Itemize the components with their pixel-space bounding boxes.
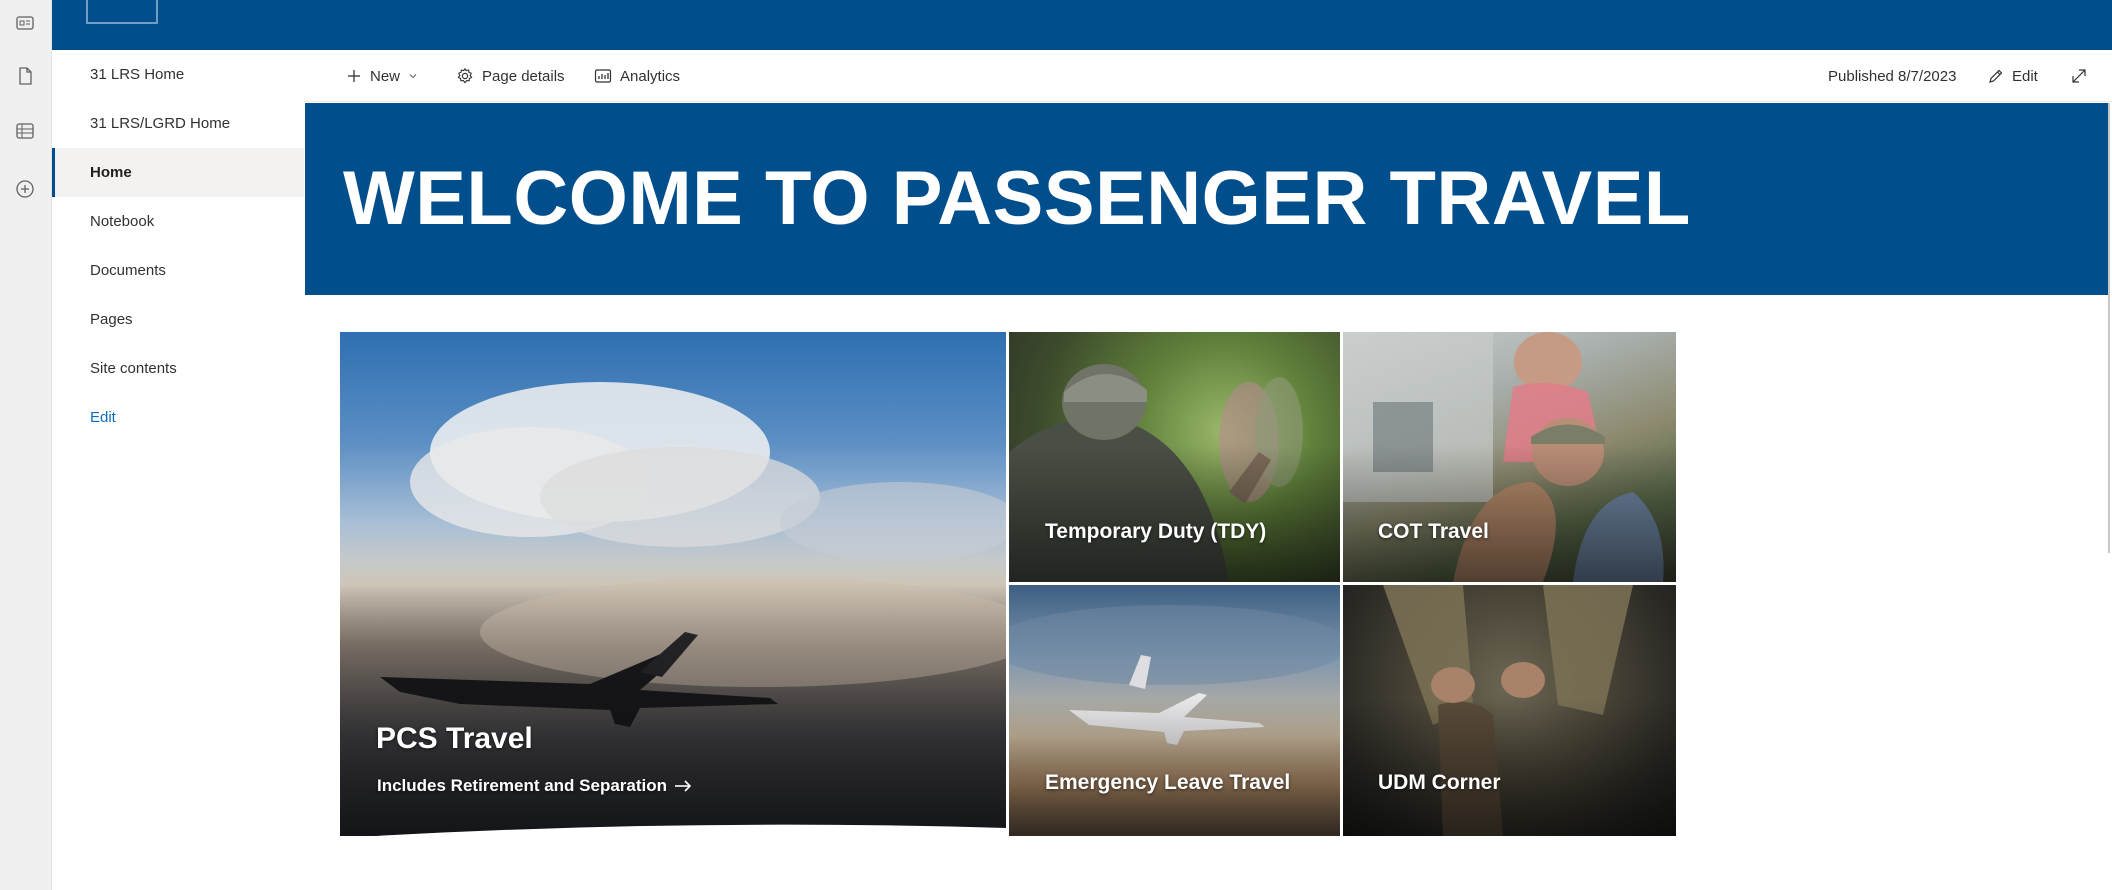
published-status: Published 8/7/2023 [1828, 50, 1956, 102]
analytics-icon [594, 69, 612, 83]
nav-item-label: Home [90, 164, 132, 181]
hero-banner: WELCOME TO PASSENGER TRAVEL [305, 103, 2109, 295]
nav-item-pages[interactable]: Pages [52, 295, 304, 344]
new-label: New [370, 67, 401, 85]
tile-udm-corner[interactable]: UDM Corner [1343, 585, 1676, 836]
tile-title: PCS Travel [376, 722, 533, 755]
page-details-label: Page details [482, 67, 565, 85]
left-navigation: 31 LRS Home 31 LRS/LGRD Home Home Notebo… [52, 50, 304, 890]
nav-item-documents[interactable]: Documents [52, 246, 304, 295]
expand-button[interactable] [2070, 50, 2088, 102]
tile-title: UDM Corner [1378, 771, 1501, 794]
tile-cot-travel[interactable]: COT Travel [1343, 332, 1676, 582]
nav-item-home[interactable]: Home [52, 148, 304, 197]
command-bar: New Page details Analytics Published 8/7… [304, 50, 2112, 102]
nav-item-site-contents[interactable]: Site contents [52, 344, 304, 393]
new-button[interactable]: New [346, 50, 418, 102]
site-logo[interactable] [86, 0, 158, 24]
add-icon[interactable] [12, 176, 38, 202]
tile-emergency-leave[interactable]: Emergency Leave Travel [1009, 585, 1340, 836]
tile-shade [1343, 444, 1676, 582]
analytics-label: Analytics [620, 67, 681, 85]
plus-icon [348, 70, 360, 82]
document-icon[interactable] [12, 63, 38, 89]
tile-pcs-travel[interactable]: PCS Travel Includes Retirement and Separ… [340, 332, 1006, 836]
nav-item-label: Site contents [90, 360, 177, 377]
edit-label: Edit [2012, 67, 2038, 85]
app-rail [0, 0, 52, 890]
tile-subtitle: Includes Retirement and Separation [377, 776, 668, 795]
nav-item-label: Pages [90, 311, 133, 328]
tile-subtitle-link[interactable]: Includes Retirement and Separation [377, 776, 693, 796]
hero-tiles: PCS Travel Includes Retirement and Separ… [340, 332, 1676, 836]
tile-temporary-duty[interactable]: Temporary Duty (TDY) [1009, 332, 1340, 582]
nav-item-label: 31 LRS/LGRD Home [90, 115, 231, 132]
tile-bottom-curve [374, 824, 1006, 836]
nav-item-31-lrs-lgrd-home[interactable]: 31 LRS/LGRD Home [52, 99, 304, 148]
tile-shade [1343, 697, 1676, 836]
analytics-button[interactable]: Analytics [594, 50, 680, 102]
gear-icon [457, 67, 473, 84]
news-icon[interactable] [12, 10, 38, 36]
tile-shade [1009, 444, 1340, 582]
tile-shade [1009, 697, 1340, 836]
nav-item-label: 31 LRS Home [90, 66, 185, 83]
nav-item-label: Edit [90, 409, 116, 426]
tile-title: COT Travel [1378, 520, 1489, 543]
pencil-icon [1989, 69, 2003, 83]
nav-item-notebook[interactable]: Notebook [52, 197, 304, 246]
scrollbar-edge [2108, 103, 2110, 553]
chevron-down-icon [409, 74, 417, 79]
tile-title: Temporary Duty (TDY) [1045, 520, 1267, 543]
page-details-button[interactable]: Page details [456, 50, 565, 102]
nav-item-31-lrs-home[interactable]: 31 LRS Home [52, 50, 304, 99]
nav-item-label: Documents [90, 262, 166, 279]
expand-icon [2072, 69, 2086, 83]
nav-item-label: Notebook [90, 213, 155, 230]
edit-button[interactable]: Edit [1987, 50, 2038, 102]
tile-title: Emergency Leave Travel [1045, 771, 1291, 794]
list-icon[interactable] [12, 118, 38, 144]
published-label: Published 8/7/2023 [1828, 67, 1957, 85]
page-title: WELCOME TO PASSENGER TRAVEL [343, 156, 1691, 241]
site-header [52, 0, 2112, 50]
nav-edit-link[interactable]: Edit [52, 393, 304, 442]
arrow-right-icon [675, 780, 692, 792]
